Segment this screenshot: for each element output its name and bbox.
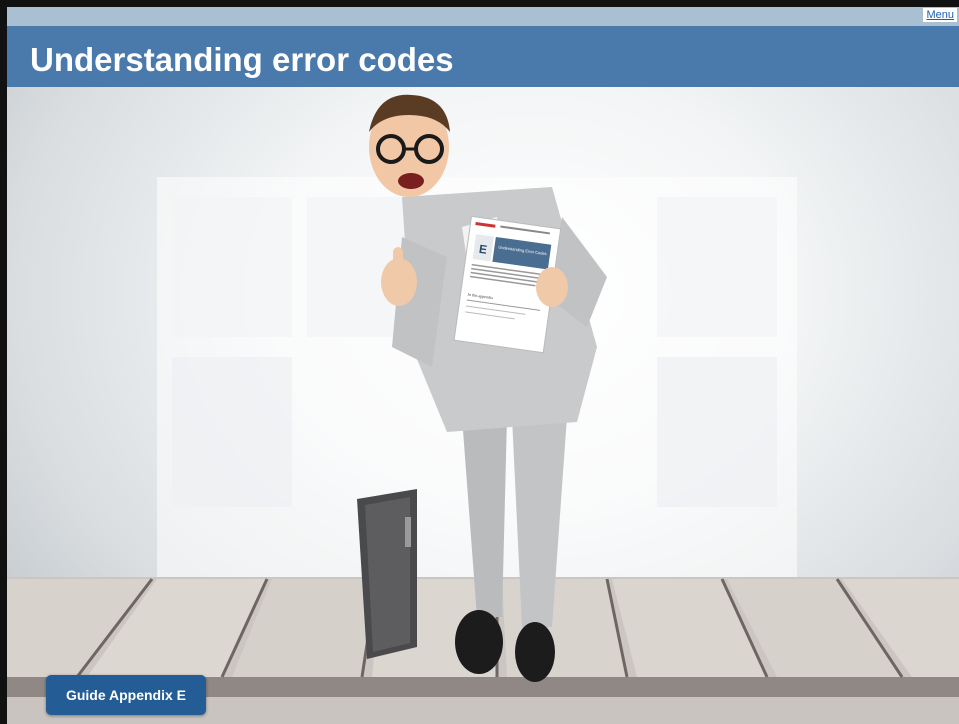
briefcase: [357, 489, 417, 659]
title-bar: Understanding error codes: [7, 26, 959, 87]
slide: Menu Understanding error codes E Underst…: [7, 7, 959, 724]
guide-appendix-button[interactable]: Guide Appendix E: [46, 675, 206, 715]
hero-illustration: E Understanding Error Codes In this appe…: [7, 94, 959, 724]
holding-hand: [536, 267, 568, 307]
menu-link[interactable]: Menu: [923, 8, 957, 22]
page-title: Understanding error codes: [30, 41, 454, 78]
top-strip: Menu: [7, 7, 959, 26]
